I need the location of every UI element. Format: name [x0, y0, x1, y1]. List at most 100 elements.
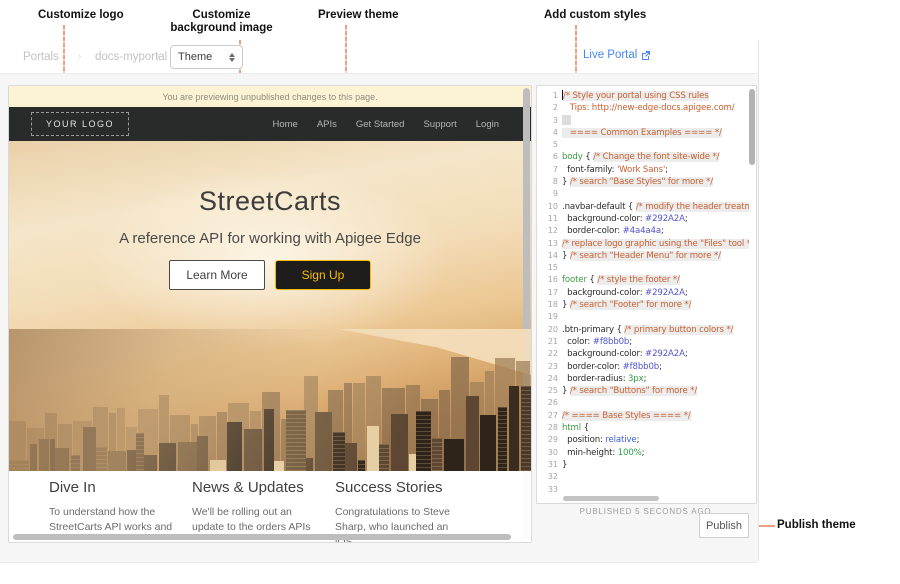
- breadcrumb-separator-2: ›: [156, 51, 159, 62]
- code-line: 17 background-color: #292A2A;: [537, 287, 749, 299]
- selection-box: [562, 115, 571, 125]
- annotation-publish-theme: Publish theme: [777, 519, 856, 532]
- code-line: 12 border-color: #4a4a4a;: [537, 225, 749, 237]
- logo-placeholder[interactable]: YOUR LOGO: [31, 112, 129, 136]
- skyline-haze: [9, 329, 531, 471]
- preview-card-text: To understand how the StreetCarts API wo…: [49, 505, 175, 535]
- line-number: 7: [537, 164, 562, 176]
- code-line: 23 border-color: #f8bb0b;: [537, 361, 749, 373]
- preview-banner: You are previewing unpublished changes t…: [9, 86, 531, 107]
- line-number: 5: [537, 139, 562, 151]
- sign-up-button[interactable]: Sign Up: [275, 260, 371, 290]
- code-line: 6body { /* Change the font site-wide */: [537, 151, 749, 163]
- portal-preview-pane: You are previewing unpublished changes t…: [8, 85, 532, 543]
- code-line: 25} /* search "Buttons" for more */: [537, 385, 749, 397]
- line-number: 3: [537, 115, 562, 127]
- line-number: 6: [537, 151, 562, 163]
- theme-dropdown[interactable]: Theme: [170, 45, 243, 69]
- line-number: 12: [537, 225, 562, 237]
- code-line: 1/* Style your portal using CSS rules: [537, 90, 749, 102]
- hero-content: StreetCarts A reference API for working …: [9, 186, 531, 290]
- code-line: 5: [537, 139, 749, 151]
- theme-editor-page: Customize logo Customize background imag…: [0, 0, 900, 584]
- line-number: 4: [537, 127, 562, 139]
- code-line: 27/* ==== Base Styles ==== */: [537, 410, 749, 422]
- live-portal-label: Live Portal: [583, 49, 637, 61]
- code-line: 2 Tips: http://new-edge-docs.apigee.com/: [537, 102, 749, 114]
- annotation-customize-background: Customize background image: [168, 9, 275, 35]
- hero-subtitle: A reference API for working with Apigee …: [9, 230, 531, 247]
- code-line: 21 color: #f8bb0b;: [537, 336, 749, 348]
- preview-card-title: News & Updates: [192, 479, 318, 496]
- line-number: 22: [537, 348, 562, 360]
- css-code-editor[interactable]: 1/* Style your portal using CSS rules2 T…: [536, 85, 757, 504]
- editor-horizontal-scrollbar[interactable]: [563, 496, 659, 501]
- code-line: 32: [537, 471, 749, 483]
- line-number: 26: [537, 397, 562, 409]
- code-line: 18} /* search "Footer" for more */: [537, 299, 749, 311]
- line-number: 27: [537, 410, 562, 422]
- live-portal-link[interactable]: Live Portal: [583, 49, 651, 61]
- line-number: 28: [537, 422, 562, 434]
- line-number: 18: [537, 299, 562, 311]
- code-line: 8} /* search "Base Styles" for more */: [537, 176, 749, 188]
- line-number: 13: [537, 238, 562, 250]
- code-line: 28html {: [537, 422, 749, 434]
- code-line: 10.navbar-default { /* modify the header…: [537, 201, 749, 213]
- learn-more-button[interactable]: Learn More: [169, 260, 265, 290]
- code-line: 13/* replace logo graphic using the "Fil…: [537, 238, 749, 250]
- code-line: 26: [537, 397, 749, 409]
- nav-link-support[interactable]: Support: [423, 119, 456, 130]
- code-line: 31}: [537, 459, 749, 471]
- line-number: 10: [537, 201, 562, 213]
- code-line: 19: [537, 311, 749, 323]
- line-number: 1: [537, 90, 562, 102]
- code-line: 24 border-radius: 3px;: [537, 373, 749, 385]
- code-line: 30 min-height: 100%;: [537, 447, 749, 459]
- nav-link-login[interactable]: Login: [476, 119, 499, 130]
- code-line: 29 position: relative;: [537, 434, 749, 446]
- line-number: 24: [537, 373, 562, 385]
- code-line: 33: [537, 484, 749, 496]
- publish-button[interactable]: Publish: [699, 513, 749, 538]
- line-number: 17: [537, 287, 562, 299]
- hero-section: StreetCarts A reference API for working …: [9, 141, 531, 471]
- annotation-preview-theme: Preview theme: [318, 9, 399, 22]
- code-line: 20.btn-primary { /* primary button color…: [537, 324, 749, 336]
- line-number: 19: [537, 311, 562, 323]
- code-line: 14} /* search "Header Menu" for more */: [537, 250, 749, 262]
- preview-navbar: YOUR LOGO Home APIs Get Started Support Logi…: [9, 107, 531, 141]
- preview-card-title: Dive In: [49, 479, 175, 496]
- preview-card-title: Success Stories: [335, 479, 461, 496]
- select-updown-icon: [229, 53, 235, 62]
- line-number: 9: [537, 188, 562, 200]
- hero-title: StreetCarts: [9, 186, 531, 217]
- code-line: 15: [537, 262, 749, 274]
- nav-link-apis[interactable]: APIs: [317, 119, 337, 130]
- breadcrumb-portals[interactable]: Portals: [23, 51, 59, 63]
- preview-card-text: We'll be rolling out an update to the or…: [192, 505, 318, 535]
- code-line: 16footer { /* style the footer */: [537, 274, 749, 286]
- editor-vertical-scrollbar[interactable]: [749, 89, 755, 165]
- line-number: 16: [537, 274, 562, 286]
- code-line: 22 background-color: #292A2A;: [537, 348, 749, 360]
- preview-horizontal-scrollbar[interactable]: [13, 534, 511, 540]
- line-number: 11: [537, 213, 562, 225]
- line-number: 33: [537, 484, 562, 496]
- line-number: 8: [537, 176, 562, 188]
- line-number: 23: [537, 361, 562, 373]
- line-number: 25: [537, 385, 562, 397]
- line-number: 29: [537, 434, 562, 446]
- code-line: 11 background-color: #292A2A;: [537, 213, 749, 225]
- code-line: 3: [537, 115, 749, 127]
- external-link-icon: [641, 50, 651, 60]
- code-line: 4 ==== Common Examples ==== */: [537, 127, 749, 139]
- preview-nav-links: Home APIs Get Started Support Login: [272, 119, 499, 130]
- code-line: 9: [537, 188, 749, 200]
- line-number: 30: [537, 447, 562, 459]
- line-number: 20: [537, 324, 562, 336]
- line-number: 2: [537, 102, 562, 114]
- code-line: 7 font-family: 'Work Sans';: [537, 164, 749, 176]
- nav-link-get-started[interactable]: Get Started: [356, 119, 405, 130]
- nav-link-home[interactable]: Home: [272, 119, 297, 130]
